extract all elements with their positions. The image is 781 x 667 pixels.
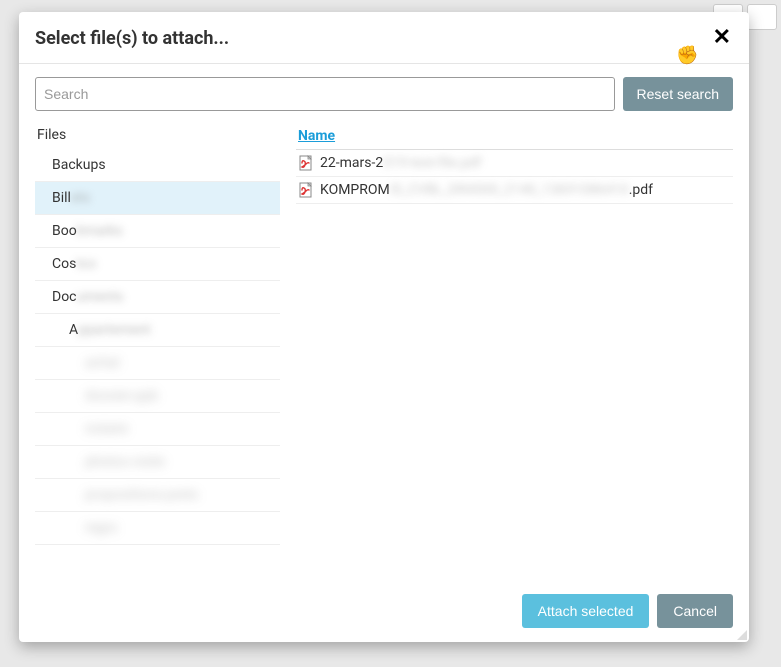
attach-selected-button[interactable]: Attach selected <box>522 594 650 628</box>
folder-item[interactable]: regro <box>35 512 280 545</box>
folder-item[interactable]: Costco <box>35 248 280 281</box>
folder-item[interactable]: notaire <box>35 413 280 446</box>
pdf-file-icon <box>298 182 314 198</box>
folder-item[interactable]: Bookmarks <box>35 215 280 248</box>
column-header-name[interactable]: Name <box>298 128 335 144</box>
folder-item[interactable]: propositions-prets <box>35 479 280 512</box>
folder-root[interactable]: Files <box>35 121 280 149</box>
file-row[interactable]: 22-mars-2019-test-file.pdf <box>296 150 733 177</box>
folder-item[interactable]: photos-visite <box>35 446 280 479</box>
folder-item[interactable]: Backups <box>35 149 280 182</box>
modal-footer: Attach selected Cancel <box>19 581 749 642</box>
modal-header: Select file(s) to attach... ✕ <box>19 12 749 64</box>
folder-item[interactable]: Documents <box>35 281 280 314</box>
file-name-label: KOMPROMIS_CVBL_DR4500_2140_13691086410.p… <box>320 182 653 198</box>
file-attach-modal: Select file(s) to attach... ✕ Reset sear… <box>19 12 749 642</box>
folder-item[interactable]: Appartement <box>35 314 280 347</box>
search-input[interactable] <box>35 77 615 111</box>
resize-handle-icon[interactable] <box>735 628 747 640</box>
modal-title: Select file(s) to attach... <box>35 28 229 49</box>
cancel-button[interactable]: Cancel <box>657 594 733 628</box>
folder-tree[interactable]: Files BackupsBilletsBookmarksCostcoDocum… <box>35 121 280 581</box>
file-name-label: 22-mars-2019-test-file.pdf <box>320 155 481 171</box>
reset-search-button[interactable]: Reset search <box>623 77 733 111</box>
folder-item[interactable]: Billets <box>35 182 280 215</box>
pdf-file-icon <box>298 155 314 171</box>
close-icon[interactable]: ✕ <box>711 27 733 49</box>
folder-item[interactable]: achat <box>35 347 280 380</box>
file-row[interactable]: KOMPROMIS_CVBL_DR4500_2140_13691086410.p… <box>296 177 733 204</box>
file-list-panel: Name 22-mars-2019-test-file.pdf KOMPROMIS… <box>296 121 733 581</box>
folder-item[interactable]: dossier-ppb <box>35 380 280 413</box>
